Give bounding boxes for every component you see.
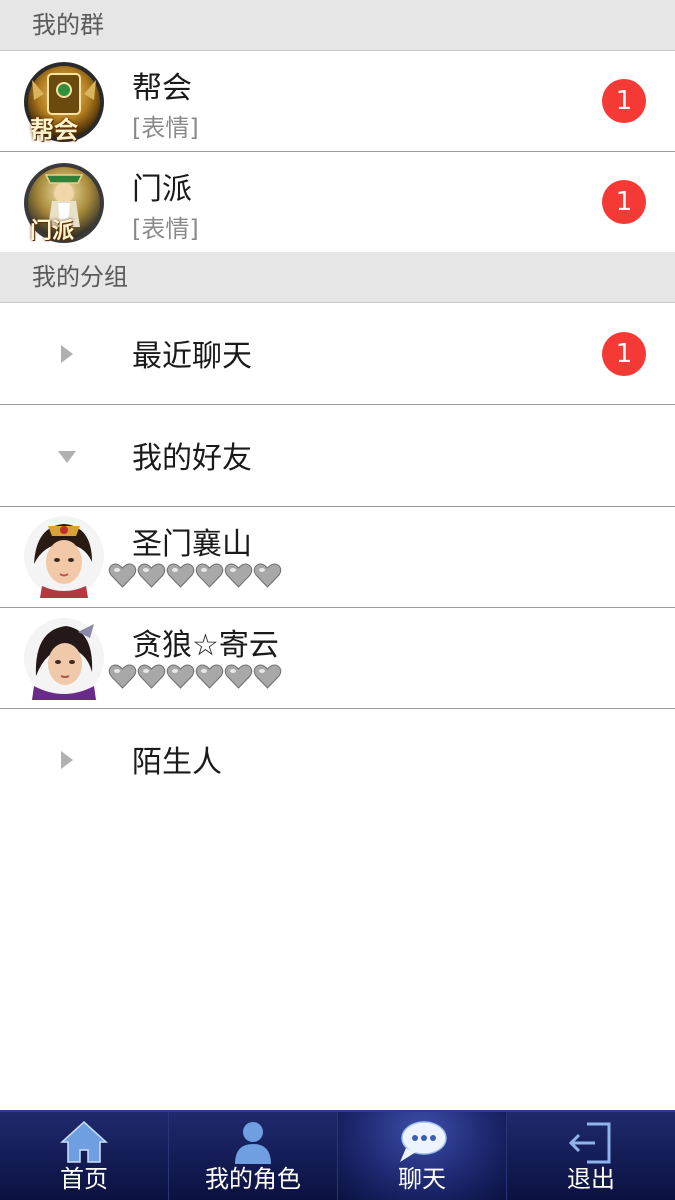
intimacy-hearts	[108, 562, 282, 590]
friend-avatar	[22, 616, 106, 700]
friend-name: 圣门襄山	[132, 527, 252, 562]
heart-icon	[166, 663, 195, 690]
bottom-tab-bar: 首页 我的角色 聊天 退出	[0, 1110, 675, 1200]
tab-label: 我的角色	[205, 1165, 301, 1193]
group-last-message: [表情]	[132, 215, 199, 243]
unread-badge: 1	[602, 332, 646, 376]
unread-badge: 1	[602, 79, 646, 123]
tab-label: 聊天	[398, 1165, 446, 1193]
group-row-sect[interactable]: 门派 门派 [表情] 1	[0, 152, 675, 252]
heart-icon	[195, 562, 224, 589]
tab-chat[interactable]: 聊天	[338, 1112, 507, 1200]
heart-icon	[253, 663, 282, 690]
folder-label: 最近聊天	[132, 339, 252, 374]
folder-label: 陌生人	[132, 745, 222, 780]
heart-icon	[137, 562, 166, 589]
chevron-down-icon	[58, 451, 76, 463]
group-last-message: [表情]	[132, 114, 199, 142]
chevron-right-icon	[61, 751, 73, 769]
heart-icon	[137, 663, 166, 690]
friend-row[interactable]: 圣门襄山	[0, 507, 675, 608]
folder-strangers[interactable]: 陌生人	[0, 709, 675, 810]
folder-my-friends[interactable]: 我的好友	[0, 405, 675, 507]
group-name: 门派	[132, 172, 192, 207]
friend-row[interactable]: 贪狼☆寄云	[0, 608, 675, 709]
heart-icon	[224, 562, 253, 589]
group-name: 帮会	[132, 71, 192, 106]
heart-icon	[108, 663, 137, 690]
heart-icon	[195, 663, 224, 690]
chat-screen: 我的群 帮会 帮会 [表情] 1 门派 门派 [表情] 1 我的分组 最近聊天 …	[0, 0, 675, 1200]
folder-recent-chats[interactable]: 最近聊天 1	[0, 303, 675, 405]
unread-badge: 1	[602, 180, 646, 224]
section-header-groups: 我的群	[0, 0, 675, 51]
folder-label: 我的好友	[132, 441, 252, 476]
tab-my-role[interactable]: 我的角色	[169, 1112, 338, 1200]
tab-logout[interactable]: 退出	[507, 1112, 675, 1200]
sect-avatar: 门派	[22, 161, 106, 245]
heart-icon	[253, 562, 282, 589]
guild-avatar-text: 帮会	[30, 116, 78, 144]
tab-label: 首页	[60, 1165, 108, 1193]
chevron-right-icon	[61, 345, 73, 363]
group-row-guild[interactable]: 帮会 帮会 [表情] 1	[0, 51, 675, 152]
section-header-folders: 我的分组	[0, 252, 675, 303]
tab-label: 退出	[567, 1165, 615, 1193]
intimacy-hearts	[108, 663, 282, 691]
heart-icon	[224, 663, 253, 690]
heart-icon	[166, 562, 195, 589]
guild-avatar: 帮会	[22, 60, 106, 144]
heart-icon	[108, 562, 137, 589]
friend-avatar	[22, 514, 106, 598]
sect-avatar-text: 门派	[30, 219, 75, 244]
friend-name: 贪狼☆寄云	[132, 628, 279, 663]
tab-home[interactable]: 首页	[0, 1112, 169, 1200]
